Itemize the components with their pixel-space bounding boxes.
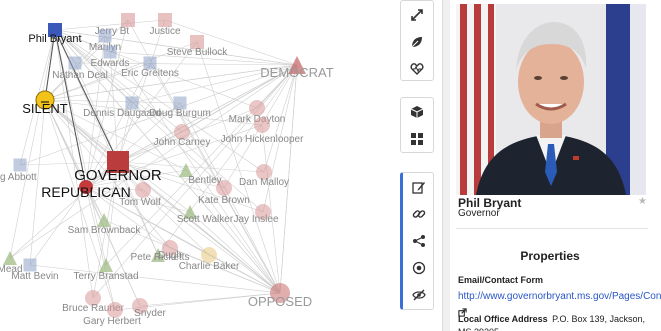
graph-node[interactable]: Eric Greitens bbox=[121, 56, 179, 80]
property-label: Local Office Address bbox=[458, 314, 548, 324]
graph-node-label: Snyder bbox=[134, 308, 166, 319]
graph-node[interactable]: Mead bbox=[0, 251, 23, 275]
graph-node-label: John Carney bbox=[154, 137, 211, 148]
graph-node-label: DEMOCRAT bbox=[260, 65, 333, 80]
graph-node[interactable]: Dan Malloy bbox=[239, 164, 289, 188]
graph-node-marker[interactable] bbox=[68, 56, 82, 70]
graph-node[interactable]: Jay Inslee bbox=[233, 204, 279, 225]
target-icon[interactable] bbox=[403, 254, 435, 281]
graph-node-label: Dan Malloy bbox=[239, 177, 289, 188]
graph-node[interactable]: Dugh bbox=[158, 240, 182, 261]
panel-resize-handle[interactable] bbox=[442, 0, 450, 331]
graph-node-label: Phil Bryant bbox=[28, 33, 81, 45]
graph-node-label: Greg Abbott bbox=[0, 172, 37, 183]
graph-node-marker[interactable] bbox=[98, 29, 112, 43]
graph-node-label: Steve Bullock bbox=[167, 47, 229, 58]
graph-node-marker[interactable] bbox=[13, 158, 27, 172]
graph-node-label: Tom Wolf bbox=[119, 197, 161, 208]
graph-node-marker[interactable] bbox=[121, 13, 135, 27]
graph-edge bbox=[185, 169, 281, 294]
graph-node-label: Nathan Deal bbox=[52, 70, 108, 81]
network-graph[interactable]: Phil Bryant SILENT GOVERNOR REPUBLICAN DEMOC… bbox=[0, 0, 400, 331]
graph-node-label: REPUBLICAN bbox=[41, 184, 130, 200]
graph-node-label: Kate Brown bbox=[198, 195, 250, 206]
graph-node[interactable]: Sam Brownback bbox=[68, 213, 142, 236]
property-address: Local Office Address P.O. Box 139, Jacks… bbox=[458, 312, 654, 331]
expand-icon[interactable] bbox=[401, 1, 433, 28]
graph-edge bbox=[29, 264, 281, 294]
graph-node-label: John Hickenlooper bbox=[221, 134, 304, 145]
graph-node[interactable]: GOVERNOR bbox=[74, 151, 162, 184]
graph-node-label: OPPOSED bbox=[248, 294, 312, 309]
favorite-star-icon[interactable]: ★ bbox=[638, 196, 647, 207]
heartbeat-icon[interactable] bbox=[401, 55, 433, 82]
graph-node[interactable]: SILENT bbox=[22, 90, 68, 116]
profile-photo bbox=[456, 4, 646, 195]
graph-node[interactable]: Phil Bryant bbox=[28, 23, 82, 45]
graph-node[interactable]: Justice bbox=[149, 13, 181, 37]
graph-node-label: Charlie Baker bbox=[179, 261, 240, 272]
graph-node-label: Eric Greitens bbox=[121, 68, 179, 79]
graph-node-label: SILENT bbox=[22, 101, 68, 116]
graph-node-label: Sam Brownback bbox=[68, 225, 142, 236]
graph-node-label: Dugh bbox=[158, 250, 182, 261]
grid-icon[interactable] bbox=[401, 125, 433, 152]
graph-node-marker[interactable] bbox=[135, 182, 151, 198]
leaf-icon[interactable] bbox=[401, 28, 433, 55]
properties-heading: Properties bbox=[520, 249, 580, 263]
graph-node[interactable]: Terry Branstad bbox=[73, 258, 139, 282]
graph-node-label: Terry Branstad bbox=[73, 271, 138, 282]
graph-canvas[interactable]: Phil Bryant SILENT GOVERNORREPUBLICAN DEMOC… bbox=[0, 0, 400, 331]
graph-node-label: Mead bbox=[0, 264, 23, 275]
graph-node-label: Bentley bbox=[188, 175, 221, 186]
eye-slash-icon[interactable] bbox=[403, 281, 435, 308]
entity-role: Governor bbox=[458, 208, 500, 219]
graph-node-marker[interactable] bbox=[254, 117, 270, 133]
details-panel: Phil Bryant Governor ★ Properties Email/… bbox=[450, 0, 661, 331]
graph-node-marker[interactable] bbox=[158, 13, 172, 27]
graph-toolbar-bottom bbox=[400, 172, 434, 310]
graph-node[interactable]: Snyder bbox=[132, 298, 167, 319]
contact-form-link[interactable]: http://www.governorbryant.ms.gov/Pages/C… bbox=[458, 291, 661, 302]
share-icon[interactable] bbox=[403, 227, 435, 254]
graph-node-label: Jay Inslee bbox=[233, 214, 278, 225]
graph-node-label: Gary Herbert bbox=[83, 316, 141, 327]
edit-icon[interactable] bbox=[403, 173, 435, 200]
graph-node[interactable]: Greg Abbott bbox=[0, 158, 37, 184]
graph-node[interactable]: Scott Walker bbox=[177, 205, 234, 225]
graph-node-label: Scott Walker bbox=[177, 214, 234, 225]
graph-node-marker[interactable] bbox=[23, 258, 37, 272]
graph-node-label: Doug Burgum bbox=[149, 108, 211, 119]
graph-node[interactable]: John Carney bbox=[154, 124, 211, 148]
graph-node[interactable]: Doug Burgum bbox=[149, 96, 211, 120]
graph-toolbar-mid bbox=[400, 97, 434, 153]
divider bbox=[456, 228, 648, 229]
cube-icon[interactable] bbox=[401, 98, 433, 125]
graph-node-marker[interactable] bbox=[3, 251, 17, 265]
graph-node-marker[interactable] bbox=[216, 180, 232, 196]
graph-node[interactable]: DEMOCRAT bbox=[260, 56, 334, 80]
graph-node[interactable]: OPPOSED bbox=[248, 283, 312, 309]
graph-node-label: Justice bbox=[149, 26, 181, 37]
link-icon[interactable] bbox=[403, 200, 435, 227]
property-label: Email/Contact Form bbox=[458, 275, 544, 285]
graph-toolbar-top bbox=[400, 0, 434, 81]
graph-node-marker[interactable] bbox=[103, 45, 117, 59]
